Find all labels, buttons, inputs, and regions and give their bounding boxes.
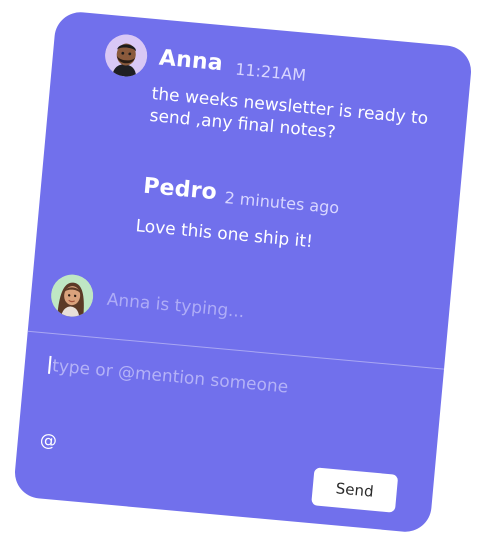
message-timestamp: 11:21AM bbox=[234, 59, 307, 85]
message-text: the weeks newsletter is ready to send ,a… bbox=[148, 84, 429, 143]
message-timestamp: 2 minutes ago bbox=[223, 188, 340, 218]
message-input-placeholder: type or @mention someone bbox=[51, 356, 289, 398]
anna-avatar bbox=[103, 32, 149, 79]
text-caret bbox=[47, 355, 52, 374]
message-text: Love this one ship it! bbox=[134, 216, 314, 253]
sender-name: Pedro bbox=[142, 173, 218, 206]
message-input[interactable]: type or @mention someone bbox=[47, 355, 289, 398]
send-button[interactable]: Send bbox=[311, 467, 399, 513]
typing-user-avatar bbox=[49, 272, 95, 319]
sender-name: Anna bbox=[157, 45, 224, 77]
chat-card: Anna 11:21AM the weeks newsletter is rea… bbox=[12, 10, 474, 534]
typing-indicator: Anna is typing... bbox=[106, 289, 246, 323]
mention-icon[interactable]: @ bbox=[39, 430, 58, 451]
